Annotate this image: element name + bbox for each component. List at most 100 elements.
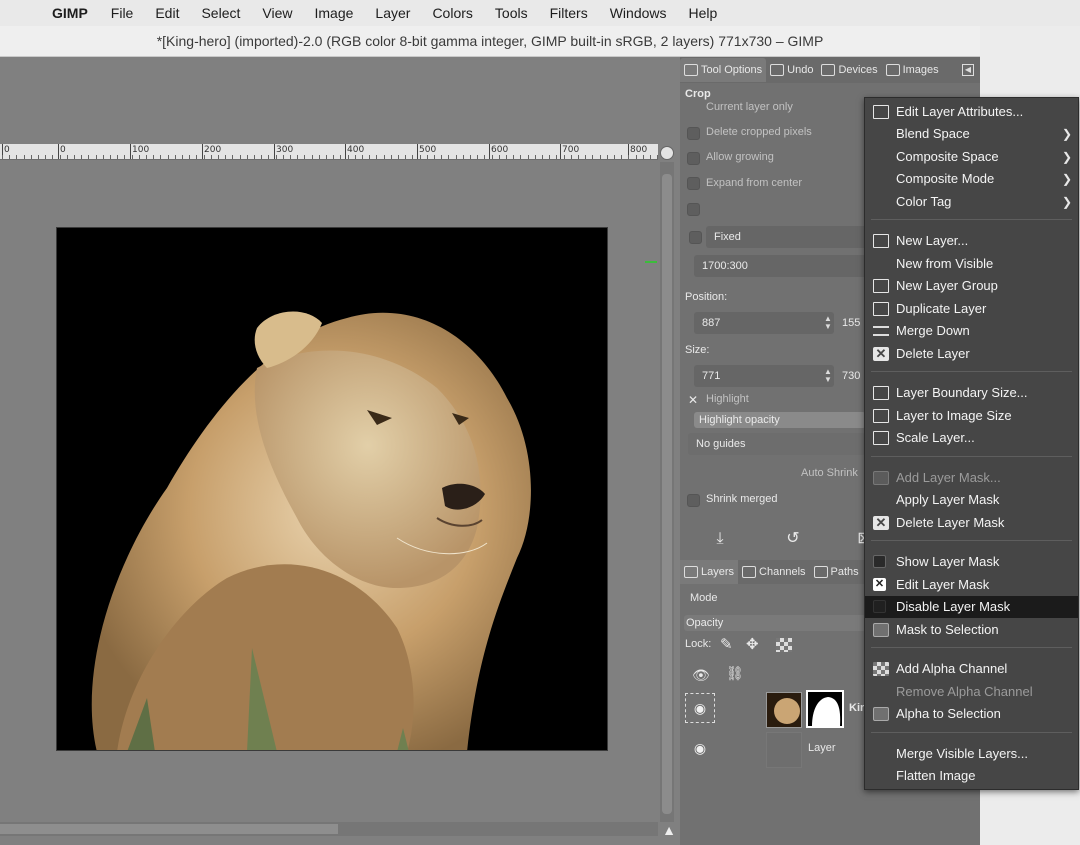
lock-pixels-icon[interactable]: ✎ (720, 635, 733, 653)
menu-windows[interactable]: Windows (610, 5, 667, 21)
horizontal-scrollbar-thumb[interactable] (0, 824, 338, 834)
lock-alpha-icon[interactable] (776, 638, 792, 652)
menu-item-new-layer-group[interactable]: New Layer Group (865, 275, 1078, 297)
highlight-opacity-slider[interactable]: Highlight opacity (694, 412, 866, 428)
aspect-ratio-input[interactable]: 1700:300 (694, 255, 866, 277)
menu-item-new-from-visible[interactable]: New from Visible (865, 253, 1078, 275)
menu-item-layer-to-image-size[interactable]: Layer to Image Size (865, 405, 1078, 427)
menu-separator (871, 540, 1072, 541)
layer-row[interactable]: ◉ Kir (680, 689, 865, 729)
tab-paths[interactable]: Paths (810, 560, 863, 584)
menu-item-delete-layer-mask[interactable]: ✕ Delete Layer Mask (865, 512, 1078, 534)
size-w-input[interactable]: 771 (694, 365, 834, 387)
lock-position-icon[interactable]: ✥ (746, 635, 759, 653)
ruler-minor-tick (304, 155, 306, 159)
ruler-minor-tick (153, 155, 155, 159)
fixed-checkbox[interactable] (689, 231, 702, 244)
layer-row[interactable]: ◉ Layer (680, 729, 865, 769)
tab-channels[interactable]: Channels (738, 560, 809, 584)
menu-image[interactable]: Image (314, 5, 353, 21)
ruler-label: 800 (630, 145, 648, 155)
menu-item-merge-visible-layers[interactable]: Merge Visible Layers... (865, 743, 1078, 765)
expand-from-center-checkbox[interactable] (687, 203, 700, 216)
horizontal-ruler[interactable]: 0 0 100 200 300 400 500 600 700 800 (0, 144, 658, 160)
menu-layer[interactable]: Layer (375, 5, 410, 21)
tool-name: Crop (685, 88, 711, 100)
auto-shrink-button[interactable]: Auto Shrink (801, 467, 858, 479)
navigate-icon[interactable]: ▲ (660, 822, 678, 840)
menu-item-color-tag[interactable]: Color Tag ❯ (865, 191, 1078, 213)
menu-item-flatten-image[interactable]: Flatten Image (865, 765, 1078, 787)
allow-growing-checkbox[interactable] (687, 177, 700, 190)
ruler-label: 400 (347, 145, 365, 155)
size-w-stepper[interactable]: ▲ ▼ (823, 368, 833, 384)
position-y-value[interactable]: 155 (842, 317, 860, 329)
tab-images[interactable]: Images (882, 58, 943, 82)
menu-item-alpha-to-selection[interactable]: Alpha to Selection (865, 703, 1078, 725)
restore-options-icon[interactable]: ↺ (781, 529, 805, 549)
vertical-scrollbar-thumb[interactable] (662, 174, 672, 814)
layer-thumbnail[interactable] (766, 732, 802, 768)
ruler-minor-tick (66, 155, 68, 159)
layer-name[interactable]: Layer (808, 742, 836, 754)
save-options-icon[interactable]: ⤓ (708, 529, 732, 549)
menu-tools[interactable]: Tools (495, 5, 528, 21)
menu-item-merge-down[interactable]: Merge Down (865, 320, 1078, 342)
horizontal-scrollbar[interactable] (0, 822, 658, 836)
menu-select[interactable]: Select (201, 5, 240, 21)
position-x-stepper[interactable]: ▲ ▼ (823, 315, 833, 331)
menu-app-gimp[interactable]: GIMP (52, 5, 88, 21)
guides-dropdown[interactable]: No guides (688, 433, 866, 455)
highlight-checkbox-icon[interactable]: ✕ (688, 393, 698, 407)
menu-item-composite-mode[interactable]: Composite Mode ❯ (865, 168, 1078, 190)
menu-item-composite-space[interactable]: Composite Space ❯ (865, 146, 1078, 168)
menu-filters[interactable]: Filters (550, 5, 588, 21)
menu-item-show-layer-mask[interactable]: Show Layer Mask (865, 551, 1078, 573)
menu-item-apply-layer-mask[interactable]: Apply Layer Mask (865, 489, 1078, 511)
mode-label[interactable]: Mode (690, 592, 718, 604)
menu-item-duplicate-layer[interactable]: Duplicate Layer (865, 298, 1078, 320)
menu-item-edit-layer-attributes[interactable]: Edit Layer Attributes... (865, 101, 1078, 123)
menu-item-add-alpha-channel[interactable]: Add Alpha Channel (865, 658, 1078, 680)
menu-colors[interactable]: Colors (432, 5, 472, 21)
menu-item-add-layer-mask[interactable]: Add Layer Mask... (865, 467, 1078, 489)
tab-layers[interactable]: Layers (680, 560, 739, 584)
image-canvas[interactable] (56, 227, 608, 751)
tab-devices[interactable]: Devices (817, 58, 881, 82)
tab-tool-options[interactable]: Tool Options (680, 58, 767, 82)
menu-item-new-layer[interactable]: New Layer... (865, 230, 1078, 252)
layer-mask-thumbnail[interactable] (806, 690, 844, 728)
menu-edit[interactable]: Edit (155, 5, 179, 21)
eye-icon[interactable]: ◉ (688, 701, 712, 715)
menu-item-delete-layer[interactable]: ✕ Delete Layer (865, 343, 1078, 365)
shrink-merged-checkbox[interactable] (687, 494, 700, 507)
layer-name[interactable]: Kir (849, 702, 864, 714)
delete-cropped-checkbox[interactable] (687, 152, 700, 165)
layer-context-menu: Edit Layer Attributes... Blend Space ❯ Co… (864, 97, 1079, 790)
menu-item-edit-layer-mask[interactable]: ✕ Edit Layer Mask (865, 574, 1078, 596)
ruler-minor-tick (621, 155, 623, 159)
canvas-area[interactable]: 0 0 100 200 300 400 500 600 700 800 ▲ (0, 57, 680, 845)
dock-menu-icon[interactable]: ◀ (962, 64, 974, 76)
eye-icon[interactable]: ◉ (688, 741, 712, 755)
menu-item-remove-alpha-channel[interactable]: Remove Alpha Channel (865, 681, 1078, 703)
tab-undo[interactable]: Undo (766, 58, 817, 82)
vertical-scrollbar[interactable] (660, 162, 674, 822)
size-h-value[interactable]: 730 (842, 370, 860, 382)
menu-item-blend-space[interactable]: Blend Space ❯ (865, 123, 1078, 145)
tab-channels-label: Channels (759, 566, 806, 578)
menu-item-scale-layer[interactable]: Scale Layer... (865, 427, 1078, 449)
menu-file[interactable]: File (111, 5, 134, 21)
ruler-minor-tick (59, 155, 61, 159)
position-x-input[interactable]: 887 (694, 312, 834, 334)
menu-help[interactable]: Help (689, 5, 718, 21)
layer-thumbnail[interactable] (766, 692, 802, 728)
quick-mask-toggle-icon[interactable] (660, 146, 674, 160)
fixed-dropdown[interactable]: Fixed (706, 226, 866, 248)
opacity-slider[interactable]: Opacity (684, 615, 866, 631)
menu-view[interactable]: View (262, 5, 292, 21)
menu-item-layer-boundary-size[interactable]: Layer Boundary Size... (865, 382, 1078, 404)
menu-item-mask-to-selection[interactable]: Mask to Selection (865, 619, 1078, 641)
current-layer-only-checkbox[interactable] (687, 127, 700, 140)
menu-item-disable-layer-mask[interactable]: Disable Layer Mask (865, 596, 1078, 618)
